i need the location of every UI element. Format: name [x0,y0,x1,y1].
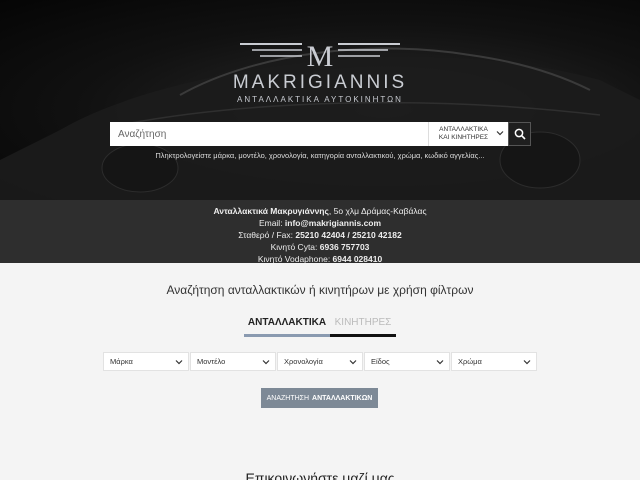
search-input[interactable] [110,122,428,146]
chevron-down-icon [262,360,270,365]
chevron-down-icon [349,360,357,365]
chevron-down-icon [523,360,531,365]
search-button[interactable] [508,122,531,146]
chevron-down-icon [175,360,183,365]
filter-search-section: Αναζήτηση ανταλλακτικών ή κινητήρων με χ… [0,263,640,480]
tab-engines[interactable]: ΚΙΝΗΤΗΡΕΣ [330,317,396,337]
filter-brand-select[interactable]: Μάρκα [103,352,189,371]
phone-1[interactable]: 25210 42404 [295,230,345,240]
phone-line: Σταθερό / Fax: 25210 42404 / 25210 42182 [238,230,402,240]
search-category-select[interactable]: ΑΝΤΑΛΛΑΚΤΙΚΑ ΚΑΙ ΚΙΝΗΤΗΡΕΣ [428,122,508,146]
search-icon [514,128,526,140]
contact-us-heading: Επικοινωνήστε μαζί μας [245,470,395,480]
search-bar: ΑΝΤΑΛΛΑΚΤΙΚΑΚΑΙ ΚΙΝΗΤΗΡΕΣ [110,122,531,146]
brand-name: MAKRIGIANNIS [232,72,408,93]
search-hint: Πληκτρολογείστε μάρκα, μοντέλο, χρονολογ… [155,151,485,160]
chevron-down-icon [496,131,504,136]
contact-info-bar: Ανταλλακτικά Μακρυγιάννης, 5ο χλμ Δράμας… [0,200,640,264]
address-line: Ανταλλακτικά Μακρυγιάννης, 5ο χλμ Δράμας… [213,206,427,216]
filter-model-select[interactable]: Μοντέλο [190,352,276,371]
search-type-tabs: ΑΝΤΑΛΛΑΚΤΙΚΑ ΚΙΝΗΤΗΡΕΣ [244,317,396,337]
filter-color-select[interactable]: Χρώμα [451,352,537,371]
svg-text:M: M [307,40,334,70]
brand-tagline: ΑΝΤΑΛΛΑΚΤΙΚΑ ΑΥΤΟΚΙΝΗΤΩΝ [237,95,403,104]
filter-year-select[interactable]: Χρονολογία [277,352,363,371]
phone-2[interactable]: 25210 42182 [352,230,402,240]
email-link[interactable]: info@makrigiannis.com [285,218,381,228]
cyta-phone[interactable]: 6936 757703 [320,242,370,252]
email-line: Email: info@makrigiannis.com [258,218,382,228]
logo-m-icon: M [240,40,400,70]
cyta-line: Κινητό Cyta: 6936 757703 [270,242,370,252]
chevron-down-icon [436,360,444,365]
site-logo[interactable]: M MAKRIGIANNIS ΑΝΤΑΛΛΑΚΤΙΚΑ ΑΥΤΟΚΙΝΗΤΩΝ [0,40,640,104]
filter-selects: Μάρκα Μοντέλο Χρονολογία Είδος Χρώμα [103,352,537,371]
search-parts-button[interactable]: ΑΝΑΖΗΤΗΣΗ ΑΝΤΑΛΛΑΚΤΙΚΩΝ [261,388,378,408]
filter-heading: Αναζήτηση ανταλλακτικών ή κινητήρων με χ… [166,283,474,297]
tab-parts[interactable]: ΑΝΤΑΛΛΑΚΤΙΚΑ [244,317,330,337]
filter-type-select[interactable]: Είδος [364,352,450,371]
category-label: ΑΝΤΑΛΛΑΚΤΙΚΑ ΚΑΙ ΚΙΝΗΤΗΡΕΣ [438,126,489,141]
hero-banner: M MAKRIGIANNIS ΑΝΤΑΛΛΑΚΤΙΚΑ ΑΥΤΟΚΙΝΗΤΩΝ … [0,0,640,200]
